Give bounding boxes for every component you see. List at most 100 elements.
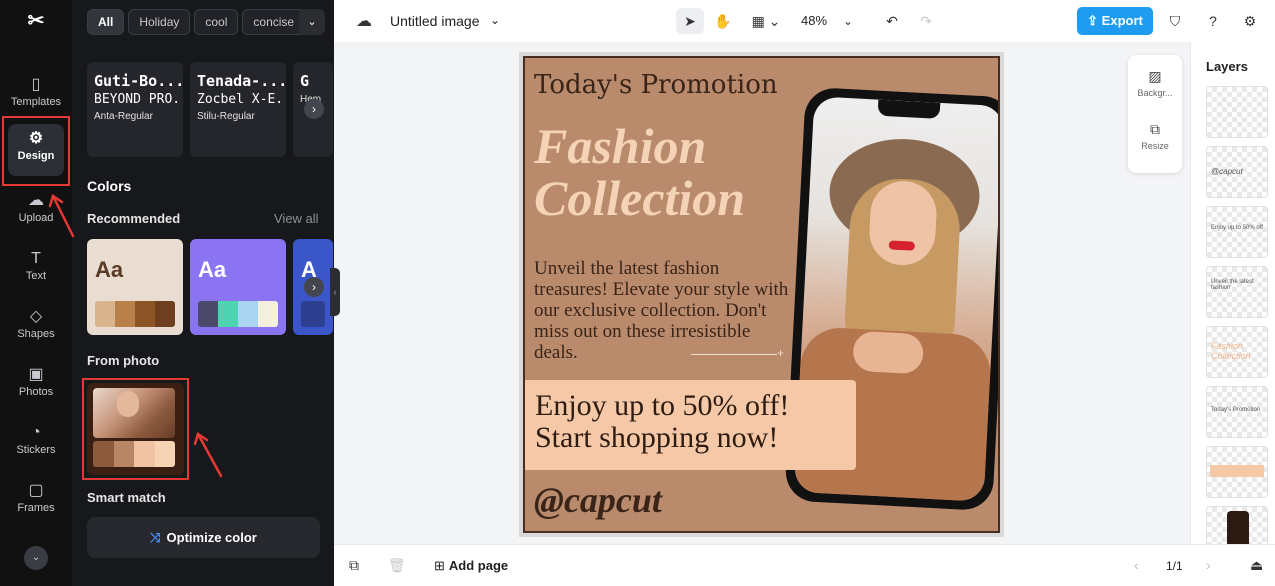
rail-item-stickers[interactable]: ◔ Stickers bbox=[0, 418, 72, 470]
colors-title: Colors bbox=[87, 178, 132, 194]
font-combo-card[interactable]: Guti-Bo... BEYOND PRO... Anta-Regular bbox=[87, 62, 183, 157]
rail-item-label: Text bbox=[25, 270, 47, 282]
export-label: Export bbox=[1101, 13, 1143, 28]
help-icon[interactable]: ? bbox=[1202, 8, 1224, 34]
upload-icon: ☁ bbox=[28, 192, 44, 209]
layer-thumbnail[interactable]: Enjoy up to 50% off bbox=[1206, 206, 1268, 258]
font-combo-subtitle: BEYOND PRO... bbox=[94, 92, 183, 107]
font-next-arrow-icon[interactable]: › bbox=[304, 99, 324, 119]
font-combo-card[interactable]: Tenada-... Zocbel X-E... Stilu-Regular bbox=[190, 62, 286, 157]
shuffle-icon: ⤨ bbox=[150, 530, 161, 545]
layer-thumbnail[interactable] bbox=[1206, 446, 1268, 498]
rail-item-templates[interactable]: ▯ Templates bbox=[0, 70, 72, 122]
layer-thumbnail[interactable]: @capcut bbox=[1206, 146, 1268, 198]
zoom-level[interactable]: 48% bbox=[801, 13, 827, 28]
collapse-panel-handle[interactable]: ‹ bbox=[330, 268, 340, 316]
layer-promo-box-preview bbox=[1210, 465, 1264, 477]
palette-swatches bbox=[301, 301, 325, 327]
palette-next-arrow-icon[interactable]: › bbox=[304, 277, 324, 297]
export-icon: ⇪ bbox=[1087, 13, 1099, 28]
poster-title-line2: Collection bbox=[534, 170, 746, 226]
select-tool-icon[interactable]: ➤ bbox=[676, 8, 704, 34]
undo-icon[interactable]: ↶ bbox=[880, 8, 904, 34]
stickers-icon: ◔ bbox=[31, 424, 41, 441]
layer-thumb-text: Unveil the latest fashion bbox=[1211, 279, 1254, 291]
photo-palette-card[interactable] bbox=[87, 383, 184, 475]
palette-swatch bbox=[95, 301, 115, 327]
layer-thumb-text: Enjoy up to 50% off bbox=[1211, 225, 1263, 231]
resize-tool[interactable]: ⧉ Resize bbox=[1128, 121, 1182, 151]
poster-title[interactable]: Fashion Collection bbox=[534, 120, 834, 224]
prev-page-icon[interactable]: ‹ bbox=[1134, 557, 1139, 573]
layers-panel: Layers @capcut Enjoy up to 50% off Unvei… bbox=[1190, 42, 1275, 558]
poster-heading[interactable]: Today's Promotion bbox=[534, 70, 778, 100]
poster-body-text[interactable]: Unveil the latest fashion treasures! Ele… bbox=[534, 258, 789, 363]
promo-box[interactable]: Enjoy up to 50% off! Start shopping now! bbox=[525, 380, 856, 470]
photo-palette-swatch bbox=[154, 441, 175, 467]
palette-sample-text: Aa bbox=[95, 257, 124, 282]
layer-thumbnail[interactable]: Unveil the latest fashion bbox=[1206, 266, 1268, 318]
chip-holiday[interactable]: Holiday bbox=[128, 9, 191, 35]
layer-thumbnail[interactable]: Fashion Collection bbox=[1206, 326, 1268, 378]
rail-item-photos[interactable]: ▣ Photos bbox=[0, 360, 72, 412]
chevron-down-icon[interactable]: ⌄ bbox=[490, 13, 500, 27]
phone-notch bbox=[877, 99, 941, 119]
rail-item-frames[interactable]: ▢ Frames bbox=[0, 476, 72, 528]
font-combo-title: G bbox=[300, 72, 310, 90]
text-icon: T bbox=[31, 250, 41, 267]
promo-line2: Start shopping now! bbox=[535, 421, 779, 454]
shield-icon[interactable]: ⛉ bbox=[1164, 8, 1186, 34]
promo-line1: Enjoy up to 50% off! bbox=[535, 389, 790, 422]
cloud-save-icon[interactable]: ☁ bbox=[356, 11, 372, 31]
document-title[interactable]: Untitled image bbox=[390, 13, 480, 29]
view-all-link[interactable]: View all bbox=[274, 211, 319, 226]
layout-menu-icon[interactable]: ▦ ⌄ bbox=[746, 8, 786, 34]
promotion-poster[interactable]: Today's Promotion Fashion Collection Unv… bbox=[523, 56, 1000, 533]
decorative-line bbox=[691, 354, 777, 355]
rail-item-shapes[interactable]: ◇ Shapes bbox=[0, 302, 72, 354]
optimize-color-button[interactable]: ⤨ Optimize color bbox=[87, 517, 320, 558]
palette-swatch bbox=[238, 301, 258, 327]
lips-shape bbox=[888, 240, 916, 251]
background-icon: ▨ bbox=[1148, 68, 1162, 84]
export-button[interactable]: ⇪ Export bbox=[1077, 7, 1153, 35]
color-palette-card[interactable]: Aa bbox=[87, 239, 183, 335]
delete-page-icon[interactable]: 🗑 bbox=[388, 557, 406, 574]
next-page-icon[interactable]: › bbox=[1206, 557, 1211, 573]
rail-item-label: Upload bbox=[18, 212, 54, 224]
capcut-logo-icon[interactable]: ✂ bbox=[24, 8, 48, 32]
photo-palette-swatch bbox=[93, 441, 114, 467]
palette-swatches bbox=[95, 301, 175, 327]
shoulder-shape bbox=[852, 330, 925, 375]
layer-thumbnail[interactable]: Today's Promotion bbox=[1206, 386, 1268, 438]
shapes-icon: ◇ bbox=[29, 308, 43, 325]
chip-all[interactable]: All bbox=[87, 9, 125, 35]
add-page-icon: ⊞ bbox=[434, 558, 445, 573]
background-tool[interactable]: ▨ Backgr... bbox=[1128, 68, 1182, 98]
rail-item-text[interactable]: T Text bbox=[0, 244, 72, 296]
palette-swatches bbox=[198, 301, 278, 327]
optimize-color-label: Optimize color bbox=[166, 530, 257, 545]
more-tools-icon[interactable]: ⌄ bbox=[24, 546, 48, 570]
chips-expand-icon[interactable]: ⌄ bbox=[299, 9, 325, 35]
rail-item-upload[interactable]: ☁ Upload bbox=[0, 186, 72, 238]
gear-icon[interactable]: ⚙ bbox=[1239, 8, 1261, 34]
palette-swatch bbox=[301, 301, 325, 327]
palette-swatch bbox=[115, 301, 135, 327]
chip-concise[interactable]: concise bbox=[242, 9, 306, 35]
chip-cool[interactable]: cool bbox=[194, 9, 239, 35]
poster-handle[interactable]: @capcut bbox=[534, 479, 662, 521]
zoom-chevron-icon[interactable]: ⌄ bbox=[840, 8, 856, 34]
filter-chips: All Holiday cool concise bbox=[87, 9, 309, 35]
duplicate-page-icon[interactable]: ⧉ bbox=[349, 557, 359, 574]
color-palette-card[interactable]: Aa bbox=[190, 239, 286, 335]
rail-item-label: Stickers bbox=[16, 444, 56, 456]
hand-tool-icon[interactable]: ✋ bbox=[710, 8, 736, 34]
redo-icon[interactable]: ↷ bbox=[914, 8, 938, 34]
resize-label: Resize bbox=[1141, 141, 1169, 151]
layer-thumbnail[interactable] bbox=[1206, 86, 1268, 138]
palette-swatch bbox=[135, 301, 155, 327]
page-panel-icon[interactable]: ⏏ bbox=[1250, 557, 1263, 574]
design-panel: All Holiday cool concise ⌄ Guti-Bo... BEYON… bbox=[72, 0, 334, 586]
add-page-button[interactable]: ⊞ Add page bbox=[434, 558, 508, 574]
